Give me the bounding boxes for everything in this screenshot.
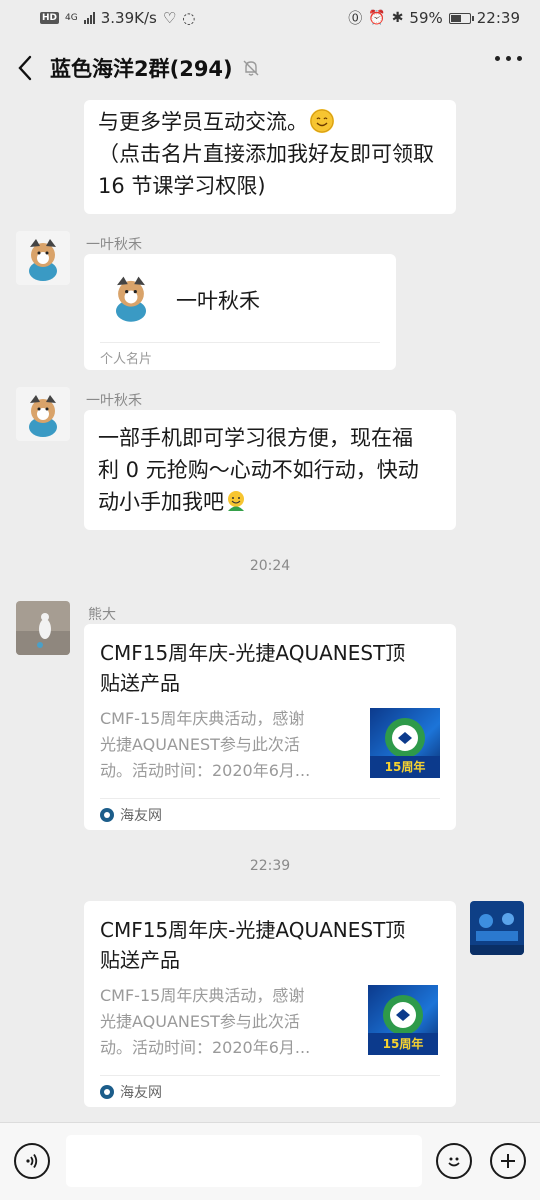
dot-icon	[495, 56, 500, 61]
link-title: 贴送产品	[100, 948, 180, 972]
contact-avatar	[102, 268, 160, 326]
plus-icon	[501, 1154, 515, 1168]
more-functions-button[interactable]	[490, 1143, 526, 1179]
source-icon	[100, 807, 114, 822]
chat-area[interactable]: 与更多学员互动交流。 （点击名片直接添加我好友即可领取 16 节课学习权限) 一…	[0, 100, 540, 1122]
mute-bell-icon	[243, 60, 259, 76]
link-description: 光捷AQUANEST参与此次活	[100, 735, 300, 754]
thumb-badge: 15周年	[382, 1037, 424, 1051]
link-description: CMF-15周年庆典活动，感谢	[100, 986, 305, 1005]
back-button[interactable]	[0, 36, 50, 100]
link-description: 动。活动时间：2020年6月...	[100, 761, 311, 780]
timestamp: 20:24	[249, 558, 291, 574]
dot-icon	[517, 56, 522, 61]
own-avatar[interactable]	[470, 901, 524, 955]
link-description: 动。活动时间：2020年6月...	[100, 1038, 311, 1057]
source-name: 海友网	[120, 1084, 162, 1101]
input-bar	[0, 1122, 540, 1200]
dot-icon	[506, 56, 511, 61]
link-card[interactable]: CMF15周年庆-光捷AQUANEST顶 贴送产品 CMF-15周年庆典活动，感…	[84, 624, 456, 830]
message-text: （点击名片直接添加我好友即可领取	[98, 142, 434, 166]
link-title: CMF15周年庆-光捷AQUANEST顶	[100, 641, 406, 665]
sync-icon: ◌	[182, 9, 196, 27]
chevron-left-icon	[18, 55, 32, 81]
nav-bar: 蓝色海洋2群(294)	[0, 36, 540, 100]
timestamp: 22:39	[249, 858, 291, 874]
battery-fill	[450, 14, 461, 22]
link-description: 光捷AQUANEST参与此次活	[100, 1012, 300, 1031]
sender-name: 一叶秋禾	[86, 237, 142, 253]
battery-icon	[448, 12, 474, 24]
link-source: 海友网	[100, 1075, 440, 1107]
grin-emoji-icon	[224, 489, 248, 513]
message-text: 一部手机即可学习很方便，现在福	[98, 426, 413, 450]
battery-percent: 59%	[409, 9, 443, 27]
link-description: CMF-15周年庆典活动，感谢	[100, 709, 305, 728]
link-title: CMF15周年庆-光捷AQUANEST顶	[100, 918, 406, 942]
chat-title: 蓝色海洋2群(294)	[50, 57, 233, 81]
source-name: 海友网	[120, 807, 162, 824]
smile-emoji-icon	[310, 109, 334, 133]
clock: 22:39	[476, 9, 520, 27]
link-card[interactable]: CMF15周年庆-光捷AQUANEST顶 贴送产品 CMF-15周年庆典活动，感…	[84, 901, 456, 1107]
message-text: 16 节课学习权限)	[98, 174, 266, 198]
sender-name: 熊大	[88, 607, 116, 623]
link-thumbnail: 15周年	[370, 708, 440, 778]
link-source: 海友网	[100, 798, 440, 830]
alarm-icon: ⏰	[368, 10, 386, 26]
smiley-icon	[448, 1157, 460, 1167]
contact-card[interactable]: 一叶秋禾 个人名片	[84, 254, 396, 370]
net-speed: 3.39K/s	[100, 9, 157, 27]
heart-icon: ♡	[162, 9, 177, 27]
avatar[interactable]	[16, 387, 70, 441]
voice-button[interactable]	[14, 1143, 50, 1179]
sender-name: 一叶秋禾	[86, 393, 142, 409]
hd-badge: HD	[40, 12, 60, 24]
source-icon	[100, 1084, 114, 1099]
message-bubble[interactable]: 与更多学员互动交流。 （点击名片直接添加我好友即可领取 16 节课学习权限)	[84, 100, 456, 214]
avatar[interactable]	[16, 601, 70, 655]
nfc-icon: ⓪	[348, 11, 363, 27]
message-input[interactable]	[66, 1135, 422, 1187]
emoji-button[interactable]	[436, 1143, 472, 1179]
message-bubble[interactable]: 一部手机即可学习很方便，现在福 利 0 元抢购～心动不如行动，快动 动小手加我吧	[84, 410, 456, 530]
avatar[interactable]	[16, 231, 70, 285]
message-text: 与更多学员互动交流。	[98, 110, 308, 134]
bluetooth-icon: ✱	[391, 10, 404, 26]
voice-icon	[26, 1153, 38, 1169]
contact-label: 个人名片	[100, 352, 153, 367]
message-text: 动小手加我吧	[98, 490, 224, 514]
card-divider	[100, 342, 380, 343]
link-thumbnail: 15周年	[368, 985, 438, 1055]
link-title: 贴送产品	[100, 671, 180, 695]
more-button[interactable]	[495, 56, 522, 61]
message-text: 利 0 元抢购～心动不如行动，快动	[98, 458, 419, 482]
status-bar: HD 4G 3.39K/s ♡ ◌ ⓪ ⏰ ✱ 59% 22:39	[0, 0, 540, 36]
contact-name: 一叶秋禾	[176, 289, 260, 313]
network-type: 4G	[65, 13, 78, 23]
signal-icon	[83, 12, 95, 24]
thumb-badge: 15周年	[384, 760, 426, 774]
